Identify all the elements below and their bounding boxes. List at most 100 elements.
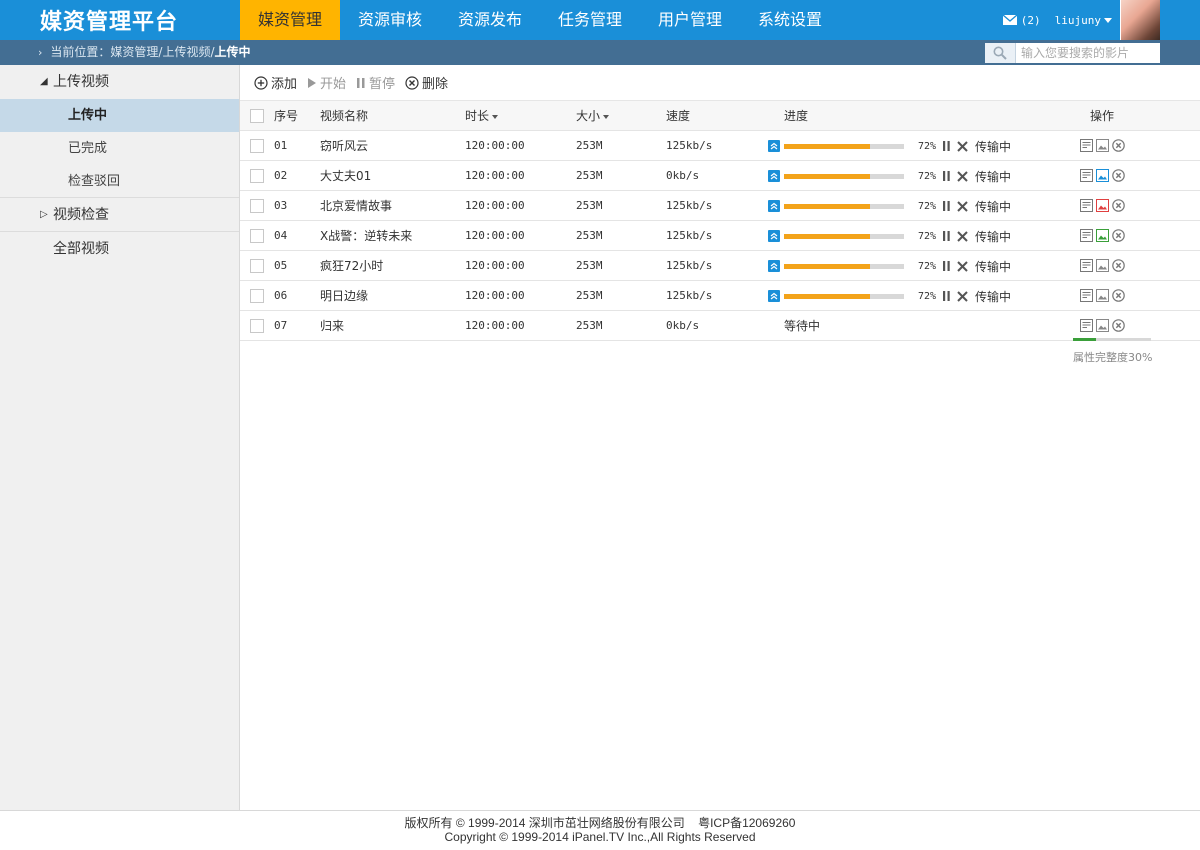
priority-up-icon[interactable]: [768, 230, 780, 242]
select-all-checkbox[interactable]: [250, 109, 264, 123]
search-button[interactable]: [985, 43, 1016, 63]
user-area: (2) liujuny: [1002, 0, 1160, 40]
image-icon[interactable]: [1096, 229, 1109, 242]
remove-icon[interactable]: [1112, 259, 1125, 272]
search-input[interactable]: [1016, 43, 1156, 63]
sidebar-item-uploading[interactable]: 上传中: [0, 99, 239, 132]
remove-icon[interactable]: [1112, 319, 1125, 332]
row-size: 253M: [576, 229, 603, 242]
table-row[interactable]: 02 大丈夫01 120:00:00 253M 0kb/s 72% 传输中: [240, 161, 1200, 191]
edit-info-icon[interactable]: [1080, 319, 1093, 332]
image-icon[interactable]: [1096, 289, 1109, 302]
mail-icon[interactable]: [1002, 15, 1017, 25]
remove-icon[interactable]: [1112, 169, 1125, 182]
cancel-icon[interactable]: [957, 140, 968, 152]
header-duration[interactable]: 时长: [465, 101, 499, 131]
sidebar-group-label: 全部视频: [53, 241, 109, 257]
pause-button[interactable]: 暂停: [356, 73, 395, 92]
row-size: 253M: [576, 259, 603, 272]
nav-item-0[interactable]: 媒资管理: [240, 0, 340, 40]
sidebar-item-completed[interactable]: 已完成: [0, 132, 239, 165]
row-ops: [1080, 199, 1125, 212]
row-ops: [1080, 319, 1125, 332]
sidebar-group-all[interactable]: 全部视频: [0, 232, 239, 266]
nav-item-5[interactable]: 系统设置: [740, 0, 840, 40]
row-progress: 72% 传输中: [768, 161, 1011, 191]
remove-icon[interactable]: [1112, 229, 1125, 242]
image-icon[interactable]: [1096, 259, 1109, 272]
row-checkbox[interactable]: [250, 139, 264, 153]
table-row[interactable]: 03 北京爱情故事 120:00:00 253M 125kb/s 72% 传输中: [240, 191, 1200, 221]
delete-button[interactable]: 删除: [405, 73, 448, 92]
location-bar: › 当前位置：媒资管理/上传视频/ 上传中: [0, 40, 1200, 65]
pause-icon[interactable]: [942, 140, 951, 152]
pause-icon[interactable]: [942, 230, 951, 242]
priority-up-icon[interactable]: [768, 200, 780, 212]
image-icon[interactable]: [1096, 139, 1109, 152]
pause-icon[interactable]: [942, 260, 951, 272]
table-row[interactable]: 06 明日边缘 120:00:00 253M 125kb/s 72% 传输中: [240, 281, 1200, 311]
priority-up-icon[interactable]: [768, 170, 780, 182]
row-size: 253M: [576, 319, 603, 332]
transfer-state: 传输中: [975, 199, 1012, 214]
header-size[interactable]: 大小: [576, 101, 610, 131]
row-duration: 120:00:00: [465, 259, 525, 272]
header-name: 视频名称: [320, 109, 369, 123]
remove-icon[interactable]: [1112, 139, 1125, 152]
nav-item-1[interactable]: 资源审核: [340, 0, 440, 40]
image-icon[interactable]: [1096, 169, 1109, 182]
table-row[interactable]: 07 归来 120:00:00 253M 0kb/s 等待中: [240, 311, 1200, 341]
nav-item-4[interactable]: 用户管理: [640, 0, 740, 40]
cancel-icon[interactable]: [957, 170, 968, 182]
triangle-right-icon: ▷: [40, 209, 48, 220]
add-button[interactable]: 添加: [254, 73, 297, 92]
edit-info-icon[interactable]: [1080, 169, 1093, 182]
row-checkbox[interactable]: [250, 319, 264, 333]
sidebar-group-check[interactable]: ▷ 视频检查: [0, 198, 239, 232]
priority-up-icon[interactable]: [768, 260, 780, 272]
priority-up-icon[interactable]: [768, 290, 780, 302]
table-row[interactable]: 01 窃听风云 120:00:00 253M 125kb/s 72% 传输中: [240, 131, 1200, 161]
pause-icon[interactable]: [942, 200, 951, 212]
cancel-icon[interactable]: [957, 260, 968, 272]
start-button[interactable]: 开始: [307, 73, 346, 92]
row-checkbox[interactable]: [250, 199, 264, 213]
sidebar-item-rejected[interactable]: 检查驳回: [0, 165, 239, 198]
row-checkbox[interactable]: [250, 259, 264, 273]
main-nav: 媒资管理 资源审核 资源发布 任务管理 用户管理 系统设置: [240, 0, 840, 40]
chevron-down-icon[interactable]: [1104, 17, 1112, 23]
cancel-icon[interactable]: [957, 200, 968, 212]
edit-info-icon[interactable]: [1080, 259, 1093, 272]
row-name: X战警：逆转未来: [320, 229, 413, 243]
cancel-icon[interactable]: [957, 230, 968, 242]
table-row[interactable]: 05 疯狂72小时 120:00:00 253M 125kb/s 72% 传输中: [240, 251, 1200, 281]
image-icon[interactable]: [1096, 319, 1109, 332]
pause-label: 暂停: [369, 77, 396, 92]
sidebar-group-upload[interactable]: ◢ 上传视频: [0, 65, 239, 99]
nav-item-2[interactable]: 资源发布: [440, 0, 540, 40]
table-row[interactable]: 04 X战警：逆转未来 120:00:00 253M 125kb/s 72% 传输中: [240, 221, 1200, 251]
remove-icon[interactable]: [1112, 289, 1125, 302]
cancel-icon[interactable]: [957, 290, 968, 302]
edit-info-icon[interactable]: [1080, 229, 1093, 242]
priority-up-icon[interactable]: [768, 140, 780, 152]
image-icon[interactable]: [1096, 199, 1109, 212]
message-count[interactable]: (2): [1021, 14, 1041, 27]
edit-info-icon[interactable]: [1080, 199, 1093, 212]
row-checkbox[interactable]: [250, 229, 264, 243]
edit-info-icon[interactable]: [1080, 289, 1093, 302]
pause-icon[interactable]: [942, 170, 951, 182]
triangle-down-icon: ◢: [40, 76, 48, 87]
row-checkbox[interactable]: [250, 169, 264, 183]
pause-icon[interactable]: [942, 290, 951, 302]
transfer-state: 传输中: [975, 259, 1012, 274]
avatar[interactable]: [1120, 0, 1160, 40]
edit-info-icon[interactable]: [1080, 139, 1093, 152]
username[interactable]: liujuny: [1055, 14, 1101, 27]
row-duration: 120:00:00: [465, 289, 525, 302]
row-checkbox[interactable]: [250, 289, 264, 303]
remove-icon[interactable]: [1112, 199, 1125, 212]
row-name: 明日边缘: [320, 289, 369, 303]
nav-item-3[interactable]: 任务管理: [540, 0, 640, 40]
row-no: 06: [274, 289, 288, 302]
